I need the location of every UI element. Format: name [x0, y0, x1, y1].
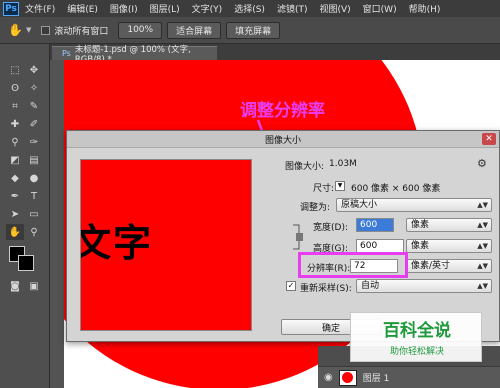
document-tab[interactable]: Ps 未标题-1.psd @ 100% (文字, RGB/8) * [52, 45, 217, 65]
menu-bar: Ps 文件(F) 编辑(E) 图像(I) 图层(L) 文字(Y) 选择(S) 滤… [0, 0, 500, 17]
width-unit-value: 像素 [411, 220, 430, 230]
fill-screen-button[interactable]: 填充屏幕 [226, 21, 281, 39]
layer-thumbnail [338, 369, 357, 386]
zoom-tool-icon[interactable]: ⚲ [25, 224, 43, 240]
menu-view[interactable]: 视图(V) [319, 2, 350, 15]
brush-tool-icon[interactable]: ✐ [25, 116, 43, 132]
blur-tool-icon[interactable]: ◆ [6, 170, 24, 186]
height-unit-select[interactable]: 像素 ▲▼ [406, 239, 492, 253]
tools-panel: ⬚ ✥ ʘ ✧ ⌗ ✎ ✚ ✐ ⚲ ✑ ◩ ▤ ◆ ● ✒ T ➤ ▭ ✋ ⚲ … [0, 44, 50, 388]
image-size-value: 1.03M [329, 159, 357, 169]
fit-screen-button[interactable]: 适合屏幕 [167, 21, 222, 39]
dialog-title-bar: 图像大小 [67, 131, 499, 148]
type-tool-icon[interactable]: T [25, 188, 43, 204]
tool-preset-dropdown-icon[interactable]: ▼ [26, 26, 31, 34]
height-unit-value: 像素 [411, 241, 430, 251]
image-preview[interactable]: 文字 [80, 159, 252, 331]
fit-to-value: 原稿大小 [341, 200, 378, 210]
dimensions-dropdown-icon[interactable]: ▼ [335, 181, 345, 191]
menu-image[interactable]: 图像(I) [110, 2, 138, 15]
scroll-all-windows-label: 滚动所有窗口 [54, 26, 109, 37]
path-selection-tool-icon[interactable]: ➤ [6, 206, 24, 222]
photoshop-logo: Ps [3, 1, 19, 16]
background-color-swatch[interactable] [18, 255, 34, 271]
chevron-down-icon: ▲▼ [477, 201, 488, 209]
menu-filter[interactable]: 滤镜(T) [277, 2, 308, 15]
height-input[interactable]: 600 [356, 239, 404, 253]
marquee-tool-icon[interactable]: ⬚ [6, 62, 24, 78]
chevron-down-icon: ▲▼ [477, 282, 488, 290]
dodge-tool-icon[interactable]: ● [25, 170, 43, 186]
shape-tool-icon[interactable]: ▭ [25, 206, 43, 222]
screen-mode-icon[interactable]: ▣ [25, 278, 43, 294]
annotation-label: 调整分辨率 [240, 101, 325, 121]
width-input[interactable]: 600 [356, 218, 394, 232]
gear-icon[interactable]: ⚙ [477, 157, 487, 170]
zoom-100-button[interactable]: 100% [118, 21, 163, 39]
menu-layer[interactable]: 图层(L) [150, 2, 180, 15]
crop-tool-icon[interactable]: ⌗ [6, 98, 24, 114]
lasso-tool-icon[interactable]: ʘ [6, 80, 24, 96]
magic-wand-tool-icon[interactable]: ✧ [25, 80, 43, 96]
hand-tool-icon[interactable]: ✋ [6, 224, 24, 240]
eye-icon[interactable]: ◉ [324, 372, 333, 383]
preview-text: 文字 [80, 221, 154, 265]
resample-select[interactable]: 自动 ▲▼ [356, 279, 492, 293]
fit-to-select[interactable]: 原稿大小 ▲▼ [336, 198, 492, 212]
resolution-highlight-box [298, 252, 408, 278]
dimensions-label: 尺寸: [313, 184, 335, 194]
width-unit-select[interactable]: 像素 ▲▼ [406, 218, 492, 232]
chevron-down-icon: ▲▼ [477, 262, 488, 270]
image-size-label: 图像大小: [285, 162, 325, 172]
eyedropper-tool-icon[interactable]: ✎ [25, 98, 43, 114]
menu-file[interactable]: 文件(F) [25, 2, 55, 15]
pen-tool-icon[interactable]: ✒ [6, 188, 24, 204]
clone-stamp-tool-icon[interactable]: ⚲ [6, 134, 24, 150]
quick-mask-icon[interactable]: ◙ [6, 278, 24, 294]
document-icon: Ps [62, 49, 71, 58]
layer-row[interactable]: ◉ 图层 1 [318, 366, 500, 388]
badge-subtitle: 助你轻松解决 [389, 347, 444, 357]
menu-type[interactable]: 文字(Y) [192, 2, 223, 15]
menu-window[interactable]: 窗口(W) [363, 2, 397, 15]
layer-name: 图层 1 [362, 374, 390, 384]
chevron-down-icon: ▲▼ [477, 242, 488, 250]
scroll-all-windows-checkbox[interactable] [41, 25, 51, 35]
resample-checkbox[interactable]: ✓ [286, 281, 296, 291]
site-watermark-badge: 百科全说 助你轻松解决 [350, 312, 482, 362]
move-tool-icon[interactable]: ✥ [25, 62, 43, 78]
gradient-tool-icon[interactable]: ▤ [25, 152, 43, 168]
dialog-title: 图像大小 [264, 135, 301, 146]
fit-to-label: 调整为: [300, 203, 331, 213]
menu-help[interactable]: 帮助(H) [409, 2, 441, 15]
image-size-dialog: 图像大小 ✕ 文字 图像大小: 1.03M ⚙ 尺寸: ▼ 600 像素 × 6… [66, 130, 500, 342]
healing-brush-tool-icon[interactable]: ✚ [6, 116, 24, 132]
options-bar: ✋ ▼ 滚动所有窗口 100% 适合屏幕 填充屏幕 [0, 17, 500, 44]
history-brush-tool-icon[interactable]: ✑ [25, 134, 43, 150]
menu-edit[interactable]: 编辑(E) [67, 2, 98, 15]
chevron-down-icon: ▲▼ [477, 221, 488, 229]
resolution-unit-value: 像素/英寸 [411, 261, 451, 271]
resample-label: 重新采样(S): [300, 284, 352, 294]
dialog-close-button[interactable]: ✕ [482, 133, 496, 145]
resolution-unit-select[interactable]: 像素/英寸 ▲▼ [406, 259, 492, 273]
eraser-tool-icon[interactable]: ◩ [6, 152, 24, 168]
dimensions-value: 600 像素 × 600 像素 [351, 184, 441, 194]
menu-select[interactable]: 选择(S) [234, 2, 265, 15]
badge-title: 百科全说 [383, 321, 451, 341]
hand-tool-icon[interactable]: ✋ [8, 23, 23, 37]
width-label: 宽度(D): [313, 223, 348, 233]
resample-value: 自动 [361, 281, 380, 291]
constrain-link-icon[interactable] [291, 219, 305, 255]
